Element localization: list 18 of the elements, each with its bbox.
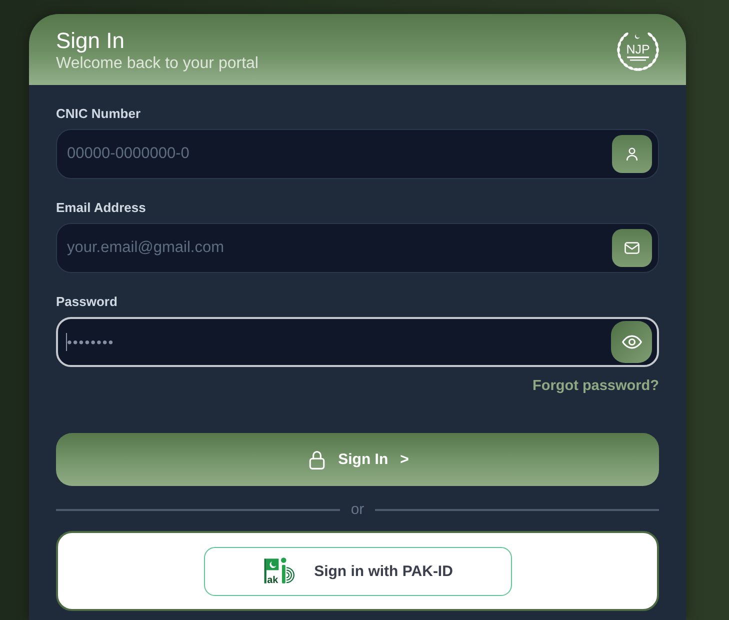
field-label: Email Address — [56, 200, 147, 215]
card-subtitle: Welcome back to your portal — [56, 54, 258, 73]
email-input[interactable]: your.email@gmail.com — [56, 223, 659, 273]
divider-text: or — [350, 503, 364, 517]
person-icon — [612, 135, 652, 173]
forgot-password-link[interactable]: Forgot password? — [532, 378, 659, 394]
sign-in-button[interactable]: Sign In > — [56, 433, 659, 486]
field-label: CNIC Number — [56, 106, 142, 121]
field-label: Password — [56, 294, 118, 309]
flag-figure-logo: ak — [262, 557, 298, 585]
card-title: Sign In — [56, 28, 126, 54]
cnic-input[interactable]: 00000-0000000-0 — [56, 129, 659, 179]
text-cursor — [66, 333, 67, 351]
password-input[interactable]: •••••••• — [56, 317, 659, 367]
show-password-button[interactable] — [611, 321, 652, 363]
pak-id-button[interactable]: ak Sign in with PAK-ID — [204, 546, 512, 596]
wreath-emblem: NJP — [614, 26, 662, 74]
mail-icon — [612, 229, 652, 267]
